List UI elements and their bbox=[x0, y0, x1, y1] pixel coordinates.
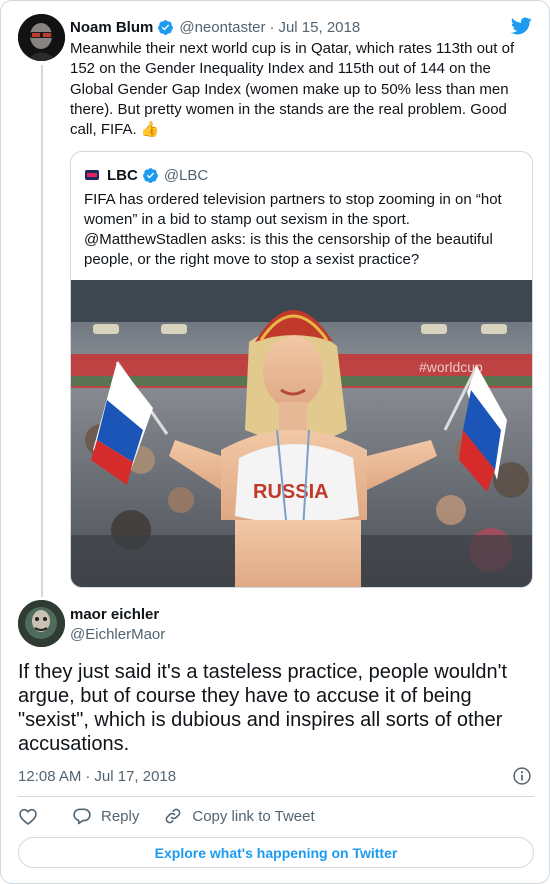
quoted-author-name: LBC bbox=[107, 166, 138, 184]
quoted-tweet-header: LBC @LBC bbox=[85, 166, 208, 184]
quoted-author-handle: @LBC bbox=[163, 166, 209, 184]
tweet-actions: Reply Copy link to Tweet bbox=[18, 805, 315, 827]
reply-timestamp[interactable]: 12:08 AM · Jul 17, 2018 bbox=[18, 766, 176, 786]
shirt-text: RUSSIA bbox=[253, 481, 329, 503]
like-button[interactable] bbox=[18, 806, 38, 826]
tweet-date[interactable]: Jul 15, 2018 bbox=[278, 19, 360, 36]
separator-dot: · bbox=[85, 767, 91, 785]
quoted-tweet-text: FIFA has ordered television partners to … bbox=[84, 191, 502, 268]
author-name[interactable]: Noam Blum bbox=[70, 19, 153, 36]
verified-badge-icon bbox=[142, 167, 158, 183]
reply-tweet-text: If they just said it's a tasteless pract… bbox=[18, 661, 508, 755]
lbc-logo-avatar bbox=[85, 170, 99, 180]
reply-author-handle[interactable]: @EichlerMaor bbox=[70, 626, 165, 643]
separator-dot: · bbox=[269, 18, 275, 36]
reply-author-name[interactable]: maor eichler bbox=[70, 606, 159, 623]
reply-button[interactable]: Reply bbox=[72, 806, 139, 826]
noam-blum-avatar[interactable] bbox=[18, 14, 65, 61]
reply-bubble-icon bbox=[73, 808, 91, 825]
tweet-body: Meanwhile their next world cup is in Qat… bbox=[70, 40, 515, 139]
reply-date: Jul 17, 2018 bbox=[94, 767, 177, 785]
twitter-bird-icon[interactable] bbox=[509, 15, 533, 37]
link-icon bbox=[166, 808, 181, 824]
tweet-text: Meanwhile their next world cup is in Qat… bbox=[70, 39, 530, 140]
quoted-tweet-photo[interactable]: #worldcup RUSSIA bbox=[71, 280, 532, 587]
embedded-tweet-card: Noam Blum @neontaster · Jul 15, 2018 Mea… bbox=[0, 0, 550, 884]
verified-badge-icon bbox=[158, 19, 174, 35]
author-handle[interactable]: @neontaster bbox=[179, 19, 265, 36]
reply-time: 12:08 AM bbox=[18, 767, 82, 785]
quoted-tweet[interactable]: LBC @LBC FIFA has ordered television par… bbox=[70, 151, 533, 588]
explore-twitter-button[interactable]: Explore what's happening on Twitter bbox=[18, 837, 534, 868]
copy-link-button[interactable]: Copy link to Tweet bbox=[163, 806, 315, 826]
info-icon[interactable] bbox=[512, 766, 532, 786]
maor-eichler-avatar[interactable] bbox=[18, 600, 65, 647]
thumbs-up-emoji: 👍 bbox=[140, 121, 160, 139]
copy-link-label: Copy link to Tweet bbox=[192, 807, 315, 825]
tweet-header: Noam Blum @neontaster · Jul 15, 2018 bbox=[70, 17, 360, 37]
heart-icon bbox=[19, 808, 37, 825]
reply-label: Reply bbox=[101, 807, 140, 825]
thread-line bbox=[41, 65, 43, 597]
divider bbox=[18, 796, 534, 797]
